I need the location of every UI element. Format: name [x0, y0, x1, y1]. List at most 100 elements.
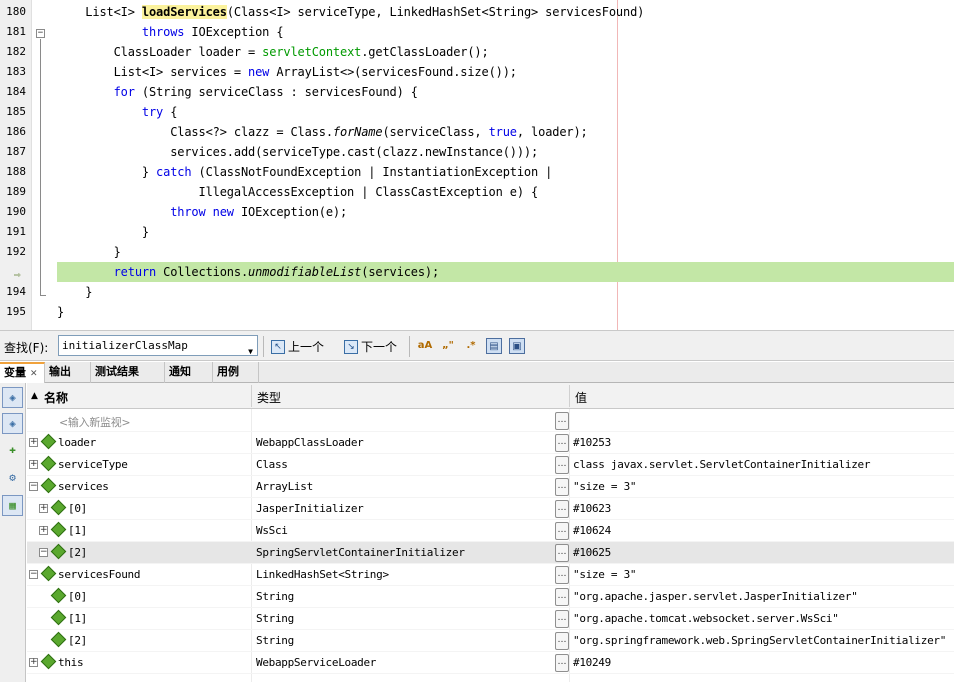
- line-number: 186: [6, 125, 26, 138]
- table-header: ▲ 名称 类型 值: [27, 383, 954, 409]
- tab-test-results[interactable]: 测试结果: [91, 362, 165, 383]
- tab-output[interactable]: 输出: [45, 362, 91, 383]
- show-static-icon[interactable]: ◈: [2, 413, 23, 434]
- variable-row[interactable]: − servicesFound LinkedHashSet<String> … "siz…: [27, 564, 954, 586]
- new-watch-placeholder[interactable]: <输入新监视>: [59, 414, 131, 430]
- edit-value-button[interactable]: …: [555, 544, 569, 562]
- code-line[interactable]: 186 Class<?> clazz = Class.forName(servi…: [0, 122, 954, 142]
- regex-icon[interactable]: .*: [463, 338, 479, 354]
- code-line[interactable]: 195}: [0, 302, 954, 322]
- tab-label: 测试结果: [95, 365, 139, 378]
- find-input[interactable]: initializerClassMap ▼: [58, 335, 258, 356]
- variable-row[interactable]: [2] String … "org.springframework.web.Sprin…: [27, 630, 954, 652]
- line-number: 184: [6, 85, 26, 98]
- variable-row[interactable]: − [2] SpringServletContainerInitializer … #1…: [27, 542, 954, 564]
- variable-value: "org.apache.tomcat.websocket.server.WsSc…: [573, 612, 839, 625]
- code-line[interactable]: 180 List<I> loadServices(Class<I> servic…: [0, 2, 954, 22]
- code-text: List<I> services = new ArrayList<>(servi…: [57, 65, 517, 79]
- collapse-icon[interactable]: −: [29, 482, 38, 491]
- code-line[interactable]: 188 } catch (ClassNotFoundException | In…: [0, 162, 954, 182]
- collapse-icon[interactable]: −: [39, 548, 48, 557]
- header-value[interactable]: 值: [575, 389, 587, 406]
- line-number: 187: [6, 145, 26, 158]
- variable-value: class javax.servlet.ServletContainerInit…: [573, 458, 871, 471]
- variable-row[interactable]: + serviceType Class … class javax.servlet.Se…: [27, 454, 954, 476]
- variable-type: ArrayList: [256, 480, 313, 493]
- find-previous-button[interactable]: ↖ 上一个: [271, 336, 324, 357]
- close-icon[interactable]: ✕: [30, 369, 38, 379]
- code-text: try {: [141, 105, 178, 119]
- code-line[interactable]: 185 try {: [0, 102, 954, 122]
- variable-row[interactable]: + loader WebappClassLoader … #10253: [27, 432, 954, 454]
- expand-icon[interactable]: +: [29, 460, 38, 469]
- code-line[interactable]: 182 ClassLoader loader = servletContext.…: [0, 42, 954, 62]
- edit-value-button[interactable]: …: [555, 478, 569, 496]
- edit-value-button[interactable]: …: [555, 566, 569, 584]
- variable-row[interactable]: + [1] WsSci … #10624: [27, 520, 954, 542]
- find-next-button[interactable]: ↘ 下一个: [344, 336, 397, 357]
- edit-value-button[interactable]: …: [555, 610, 569, 628]
- header-name[interactable]: 名称: [44, 389, 68, 406]
- code-line[interactable]: 191 }: [0, 222, 954, 242]
- tab-notifications[interactable]: 通知: [165, 362, 213, 383]
- edit-value-button[interactable]: …: [555, 500, 569, 518]
- variable-row[interactable]: + [0] JasperInitializer … #10623: [27, 498, 954, 520]
- collapse-icon[interactable]: −: [29, 570, 38, 579]
- variable-value: #10623: [573, 502, 611, 515]
- wrap-around-icon[interactable]: ▣: [509, 338, 525, 354]
- line-number: 195: [6, 305, 26, 318]
- variable-row[interactable]: [0] String … "org.apache.jasper.servlet.Jas…: [27, 586, 954, 608]
- code-text: throws IOException {: [141, 25, 284, 39]
- edit-value-button[interactable]: …: [555, 434, 569, 452]
- variable-name: [0]: [68, 590, 87, 603]
- variable-row[interactable]: [1] String … "org.apache.tomcat.websocket.s…: [27, 608, 954, 630]
- edit-value-button[interactable]: …: [555, 412, 569, 430]
- show-watches-icon[interactable]: ◈: [2, 387, 23, 408]
- code-editor[interactable]: 180 List<I> loadServices(Class<I> servic…: [0, 0, 954, 330]
- header-type[interactable]: 类型: [257, 389, 281, 406]
- code-line[interactable]: 183 List<I> services = new ArrayList<>(s…: [0, 62, 954, 82]
- sort-up-icon[interactable]: ▲: [31, 391, 38, 401]
- edit-value-button[interactable]: …: [555, 632, 569, 650]
- highlight-results-icon[interactable]: ▤: [486, 338, 502, 354]
- code-line[interactable]: 189 IllegalAccessException | ClassCastEx…: [0, 182, 954, 202]
- expand-icon[interactable]: +: [39, 526, 48, 535]
- tab-label: 用例: [217, 365, 239, 378]
- settings-icon[interactable]: ⚙: [2, 467, 23, 488]
- code-text: ClassLoader loader = servletContext.getC…: [57, 45, 489, 59]
- new-watch-icon[interactable]: ✚: [2, 439, 23, 460]
- code-line[interactable]: 192 }: [0, 242, 954, 262]
- variable-value: "size = 3": [573, 568, 637, 581]
- tab-label: 通知: [169, 365, 191, 378]
- code-line[interactable]: 184 for (String serviceClass : servicesF…: [0, 82, 954, 102]
- fold-collapse-icon[interactable]: −: [36, 29, 45, 38]
- column-resize-handle[interactable]: [569, 385, 570, 407]
- code-line[interactable]: 187 services.add(serviceType.cast(clazz.…: [0, 142, 954, 162]
- expand-icon[interactable]: +: [29, 438, 38, 447]
- edit-value-button[interactable]: …: [555, 654, 569, 672]
- edit-value-button[interactable]: …: [555, 456, 569, 474]
- edit-value-button[interactable]: …: [555, 588, 569, 606]
- match-case-icon[interactable]: aA: [417, 338, 433, 354]
- variables-table: ▲ 名称 类型 值 <输入新监视> … + loader WebappClassLo…: [27, 383, 954, 682]
- whole-words-icon[interactable]: „": [440, 338, 456, 354]
- variable-row[interactable]: − services ArrayList … "size = 3": [27, 476, 954, 498]
- show-values-icon[interactable]: ▦: [2, 495, 23, 516]
- expand-icon[interactable]: +: [39, 504, 48, 513]
- variable-type: LinkedHashSet<String>: [256, 568, 389, 581]
- edit-value-button[interactable]: …: [555, 522, 569, 540]
- dropdown-arrow-icon[interactable]: ▼: [248, 342, 253, 361]
- variable-value: #10253: [573, 436, 611, 449]
- tab-variables[interactable]: 变量 ✕: [0, 362, 45, 383]
- new-watch-row[interactable]: <输入新监视> …: [27, 410, 954, 432]
- column-resize-handle[interactable]: [251, 385, 252, 407]
- tab-usages[interactable]: 用例: [213, 362, 259, 383]
- variable-icon: [50, 587, 67, 604]
- expand-icon[interactable]: +: [29, 658, 38, 667]
- code-line-current[interactable]: return Collections.unmodifiableList(serv…: [0, 262, 954, 282]
- code-line[interactable]: 181 throws IOException {: [0, 22, 954, 42]
- line-number: 182: [6, 45, 26, 58]
- code-line[interactable]: 190 throw new IOException(e);: [0, 202, 954, 222]
- variable-row[interactable]: + this WebappServiceLoader … #10249: [27, 652, 954, 674]
- code-line[interactable]: 194 }: [0, 282, 954, 302]
